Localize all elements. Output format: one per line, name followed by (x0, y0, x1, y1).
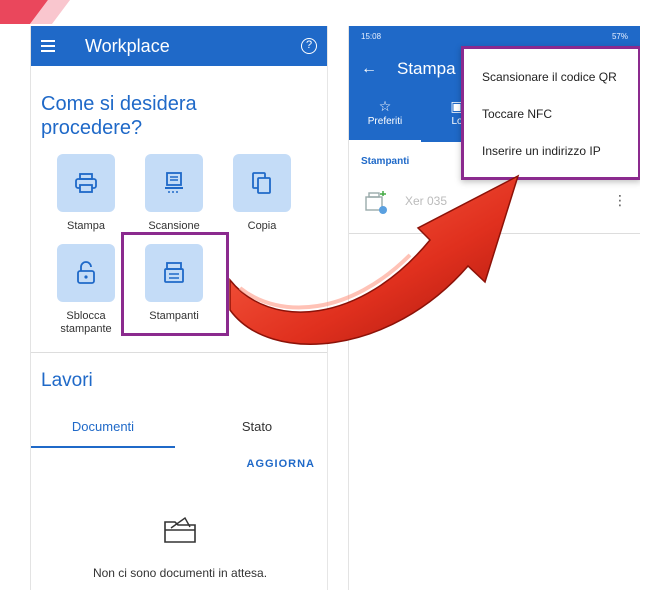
star-icon: ☆ (378, 98, 392, 114)
status-time: 15:08 (361, 31, 382, 41)
printer-device-icon (363, 190, 389, 216)
tab-stato[interactable]: Stato (185, 416, 327, 448)
section-title-lavori: Lavori (41, 370, 93, 391)
jobs-tabs: Documenti Stato (31, 416, 327, 448)
menu-item-nfc[interactable]: Toccare NFC (464, 96, 638, 133)
add-printer-menu: Scansionare il codice QR Toccare NFC Ins… (461, 46, 640, 180)
empty-message: Non ci sono documenti in attesa. (92, 566, 268, 580)
right-phone-screen: 15:08 57% ← Stampa ☆ Preferiti ▣ Lo Stam… (348, 26, 640, 590)
printer-icon (57, 154, 115, 212)
tile-sblocca-stampante[interactable]: Sblocca stampante (41, 244, 131, 336)
tile-label: Copia (247, 220, 277, 232)
tile-stampa[interactable]: Stampa (41, 154, 131, 233)
tab-label: Preferiti (367, 116, 403, 127)
corner-logo-mark (0, 0, 70, 24)
tab-documenti[interactable]: Documenti (31, 416, 175, 448)
status-bar: 15:08 57% (349, 26, 640, 46)
tile-label: Stampa (67, 220, 105, 232)
app-title: Workplace (85, 35, 170, 56)
hamburger-menu-icon[interactable] (41, 35, 63, 57)
left-phone-screen: Workplace ? Come si desidera procedere? … (30, 26, 328, 590)
page-question: Come si desidera procedere? (41, 93, 197, 139)
refresh-button[interactable]: AGGIORNA (247, 458, 316, 470)
copy-icon (233, 154, 291, 212)
tab-preferiti[interactable]: ☆ Preferiti (349, 92, 421, 142)
tile-label: Sblocca stampante (60, 310, 112, 335)
tile-scansione[interactable]: Scansione (129, 154, 219, 233)
scanner-icon (145, 154, 203, 212)
more-options-icon[interactable]: ⋮ (613, 192, 627, 209)
printer-list-item[interactable]: Xer 035 ⋮ (349, 184, 640, 234)
back-arrow-icon[interactable]: ← (361, 60, 377, 78)
unlock-icon (57, 244, 115, 302)
divider (31, 352, 327, 353)
tile-copia[interactable]: Copia (217, 154, 307, 233)
left-app-bar: Workplace ? (31, 26, 327, 66)
help-icon[interactable]: ? (301, 38, 317, 54)
screen-title: Stampa (397, 59, 456, 78)
menu-item-scan-qr[interactable]: Scansionare il codice QR (464, 59, 638, 96)
stampanti-highlight-box (121, 232, 229, 336)
status-battery: 57% (611, 31, 628, 41)
printer-name: Xer 035 (405, 194, 448, 208)
empty-folder-icon (163, 514, 197, 544)
menu-item-ip-address[interactable]: Inserire un indirizzo IP (464, 133, 638, 170)
